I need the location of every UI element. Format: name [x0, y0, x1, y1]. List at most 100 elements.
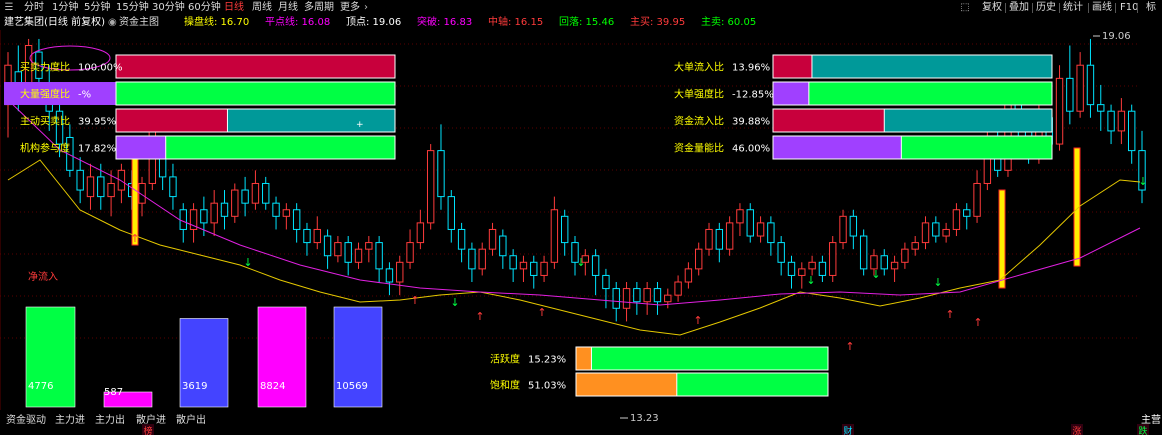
down-arrow-icon-2: ↓ [576, 256, 585, 269]
candle-body-36 [375, 242, 383, 270]
candle-body-86 [890, 261, 899, 270]
candle-body-21 [220, 202, 229, 217]
candle-body-104 [1076, 64, 1084, 112]
indicator-right-0-fill [772, 54, 813, 79]
tab-timeframe-6[interactable]: 日线 [224, 0, 244, 16]
indicator-name[interactable]: 资金主图 [119, 16, 159, 30]
indicator-right-1-value: -12.85% [732, 90, 774, 101]
indicator-settings-icon[interactable]: ◉ [108, 16, 117, 30]
candle-body-102 [1055, 77, 1064, 145]
menu-icon[interactable]: ☰ [2, 0, 16, 16]
down-arrow-icon-5: ↓ [933, 276, 942, 289]
candle-body-45 [468, 248, 476, 270]
tab-timeframe-9[interactable]: 多周期 [304, 0, 334, 16]
up-arrow-icon-2: ↑ [475, 310, 484, 323]
candle-body-85 [880, 255, 888, 270]
candle-body-57 [591, 255, 600, 276]
indicator-right-1-bar [772, 81, 1053, 106]
candle-body-48 [499, 235, 507, 257]
candle-body-91 [942, 228, 950, 237]
fullscreen-icon[interactable]: ⬚ [958, 0, 972, 16]
indicator-mid-0-fill [575, 346, 592, 371]
candle-body-11 [117, 169, 126, 191]
indicator-value-0: 操盘线: 16.70 [184, 17, 250, 28]
tab-main-out[interactable]: 主力出 [95, 414, 125, 428]
volume-bar-3 [257, 306, 307, 408]
candle-body-37 [385, 268, 394, 283]
tab-capital-drive[interactable]: 资金驱动 [6, 414, 46, 428]
candle-body-43 [447, 196, 455, 230]
candle-body-39 [406, 242, 414, 263]
mark-button[interactable]: 标 [1146, 0, 1156, 16]
candle-body-49 [509, 255, 517, 270]
volume-bar-label-2: 3619 [182, 381, 207, 392]
up-arrow-icon-0: ↑ [130, 232, 139, 245]
history-button[interactable]: 历史 [1036, 0, 1056, 16]
tab-timeframe-8[interactable]: 月线 [278, 0, 298, 16]
statistics-button[interactable]: 统计 [1063, 0, 1083, 16]
tab-timeframe-7[interactable]: 周线 [252, 0, 272, 16]
tab-timeframe-2[interactable]: 5分钟 [84, 0, 110, 16]
indicator-mid-1-label: 饱和度 [490, 379, 520, 392]
chevron-right-icon[interactable]: › [364, 0, 368, 16]
tab-timeframe-4[interactable]: 30分钟 [152, 0, 185, 16]
tab-timeframe-10[interactable]: 更多 [340, 0, 360, 16]
indicator-value-2: 顶点: 19.06 [346, 17, 402, 28]
indicator-left-3-label: 机构参与度 [20, 142, 70, 155]
f10-button[interactable]: F10 [1120, 0, 1138, 16]
draw-line-button[interactable]: 画线 [1092, 0, 1112, 16]
indicator-mid-0-value: 15.23% [528, 355, 566, 366]
candle-body-38 [396, 261, 404, 283]
tab-retail-in[interactable]: 散户进 [136, 414, 166, 428]
volume-bar-4 [333, 306, 383, 408]
candle-body-8 [86, 176, 95, 198]
overlay-button[interactable]: 叠加 [1009, 0, 1029, 16]
candle-body-65 [674, 281, 682, 296]
high-price-label: 19.06 [1102, 31, 1131, 42]
volume-bar-0 [25, 306, 76, 408]
tab-timeframe-3[interactable]: 15分钟 [116, 0, 149, 16]
candle-body-22 [231, 189, 239, 217]
indicator-right-1-fill [772, 81, 810, 106]
restore-right-button[interactable]: 复权 [982, 0, 1002, 16]
up-arrow-icon-1: ↑ [410, 294, 419, 307]
candle-body-32 [334, 242, 342, 257]
candle-body-28 [292, 209, 301, 230]
indicator-left-1-label: 大量强度比 [20, 88, 70, 101]
down-arrow-icon-4: ↓ [871, 268, 880, 281]
indicator-mid-1-value: 51.03% [528, 381, 566, 392]
up-arrow-icon-4: ↑ [693, 314, 702, 327]
candle-body-69 [715, 228, 724, 250]
tab-retail-out[interactable]: 散户出 [176, 414, 206, 428]
low-price-label: 13.23 [630, 413, 659, 424]
crosshair-icon: + [356, 120, 364, 130]
candle-body-53 [550, 209, 559, 263]
indicator-right-3-value: 46.00% [732, 144, 770, 155]
kline-chart[interactable]: ↑↑↑ ↑↑↑↑↑↓↓↓↓ ↓↓↓19.0613.23净流入榜财涨跌主营买卖力度比 1… [0, 30, 1162, 435]
indicator-value-5: 回落: 15.46 [559, 17, 615, 28]
candle-body-89 [921, 222, 930, 244]
candle-body-35 [365, 242, 373, 250]
candle-body-79 [818, 261, 827, 276]
indicator-left-2-label: 主动买卖比 [20, 116, 70, 128]
tab-timeframe-1[interactable]: 1分钟 [52, 0, 78, 16]
candle-body-68 [705, 228, 713, 250]
candle-body-82 [849, 215, 858, 237]
candle-body-54 [560, 215, 569, 244]
indicator-left-1-bar [115, 81, 396, 106]
candle-body-71 [736, 209, 744, 224]
indicator-left-0-label: 买卖力度比 [20, 61, 70, 74]
indicator-value-6: 主买: 39.95 [630, 17, 686, 28]
highlight-candle-1 [998, 189, 1006, 289]
tab-timeframe-5[interactable]: 60分钟 [188, 0, 221, 16]
up-arrow-icon-3: ↑ [537, 306, 546, 319]
volume-bar-2 [179, 318, 229, 408]
candle-body-90 [932, 222, 940, 237]
candle-body-62 [643, 288, 651, 303]
tab-timeframe-0[interactable]: 分时 [24, 0, 44, 16]
indicator-right-2-fill [772, 108, 885, 133]
tab-main-in[interactable]: 主力进 [55, 414, 85, 428]
candle-body-61 [633, 288, 641, 303]
down-arrow-icon-1: ↓ [450, 296, 459, 309]
candle-body-81 [839, 215, 847, 244]
